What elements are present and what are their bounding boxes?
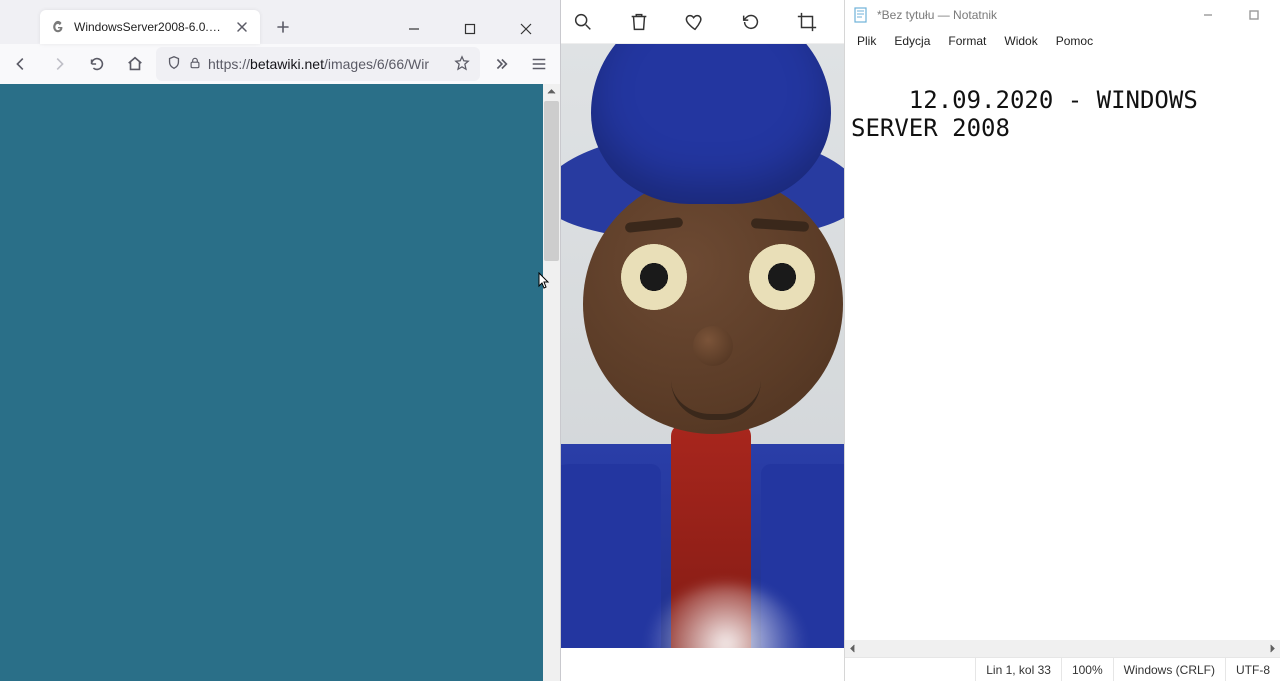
image-viewer — [561, 0, 844, 681]
menu-edit[interactable]: Edycja — [888, 32, 936, 50]
forward-button[interactable] — [42, 47, 76, 81]
scroll-up-button[interactable] — [543, 84, 560, 101]
menu-file[interactable]: Plik — [851, 32, 882, 50]
delete-icon[interactable] — [623, 6, 655, 38]
zoom-icon[interactable] — [567, 6, 599, 38]
lock-icon — [188, 56, 202, 73]
home-button[interactable] — [118, 47, 152, 81]
notepad-app-icon — [853, 7, 869, 23]
notepad-title: *Bez tytułu — Notatnik — [877, 8, 997, 22]
figure-eye-right — [749, 244, 815, 310]
screenshot-desktop — [0, 84, 544, 681]
status-eol: Windows (CRLF) — [1113, 658, 1225, 681]
np-scroll-right-button[interactable] — [1263, 640, 1280, 657]
editor-content: 12.09.2020 - WINDOWS SERVER 2008 — [851, 86, 1212, 142]
image-canvas[interactable] — [561, 44, 844, 648]
figure-shoulder-left — [561, 464, 661, 648]
figure-nose — [693, 326, 733, 366]
close-button[interactable] — [504, 14, 548, 44]
page-image: Start — [0, 84, 544, 681]
notepad-editor[interactable]: 12.09.2020 - WINDOWS SERVER 2008 — [845, 52, 1280, 640]
tab-favicon — [50, 19, 66, 35]
np-minimize-button[interactable] — [1186, 4, 1230, 26]
np-hscroll-track[interactable] — [862, 640, 1263, 657]
mouse-cursor-icon — [538, 272, 550, 290]
menu-help[interactable]: Pomoc — [1050, 32, 1099, 50]
notepad-window: *Bez tytułu — Notatnik Plik Edycja Forma… — [844, 0, 1280, 681]
bookmark-star-icon[interactable] — [454, 55, 470, 74]
url-text: https://betawiki.net/images/6/66/Wir — [208, 56, 448, 72]
np-scroll-left-button[interactable] — [845, 640, 862, 657]
notepad-window-controls — [1186, 0, 1276, 30]
status-cursor-position: Lin 1, kol 33 — [975, 658, 1061, 681]
crop-icon[interactable] — [791, 6, 823, 38]
firefox-content: Start — [0, 84, 560, 681]
firefox-window: WindowsServer2008-6.0.6001d https://beta… — [0, 0, 561, 681]
firefox-tabstrip: WindowsServer2008-6.0.6001d — [4, 0, 392, 44]
firefox-toolbar: https://betawiki.net/images/6/66/Wir — [0, 44, 560, 84]
status-encoding: UTF-8 — [1225, 658, 1280, 681]
content-vertical-scrollbar[interactable] — [543, 84, 560, 681]
notepad-horizontal-scrollbar[interactable] — [845, 640, 1280, 657]
vscroll-track[interactable] — [543, 101, 560, 681]
figure-hat-top — [591, 44, 831, 204]
firefox-titlebar[interactable]: WindowsServer2008-6.0.6001d — [0, 0, 560, 44]
notepad-statusbar: Lin 1, kol 33 100% Windows (CRLF) UTF-8 — [845, 657, 1280, 681]
menu-format[interactable]: Format — [942, 32, 992, 50]
favorite-icon[interactable] — [679, 6, 711, 38]
vscroll-thumb[interactable] — [544, 101, 559, 261]
status-zoom: 100% — [1061, 658, 1113, 681]
overflow-button[interactable] — [484, 47, 518, 81]
image-viewer-toolbar — [561, 0, 844, 44]
tab-close-button[interactable] — [234, 19, 250, 35]
photo-scene — [561, 44, 844, 648]
firefox-window-controls — [392, 14, 556, 44]
new-tab-button[interactable] — [268, 12, 298, 42]
np-maximize-button[interactable] — [1232, 4, 1276, 26]
back-button[interactable] — [4, 47, 38, 81]
notepad-titlebar[interactable]: *Bez tytułu — Notatnik — [845, 0, 1280, 30]
browser-tab[interactable]: WindowsServer2008-6.0.6001d — [40, 10, 260, 44]
shield-icon — [166, 55, 182, 74]
rotate-icon[interactable] — [735, 6, 767, 38]
figure-eye-left — [621, 244, 687, 310]
menu-view[interactable]: Widok — [998, 32, 1043, 50]
reload-button[interactable] — [80, 47, 114, 81]
tab-title: WindowsServer2008-6.0.6001d — [74, 20, 226, 34]
image-viewer-footer — [561, 648, 844, 681]
url-bar[interactable]: https://betawiki.net/images/6/66/Wir — [156, 47, 480, 81]
minimize-button[interactable] — [392, 14, 436, 44]
app-menu-button[interactable] — [522, 47, 556, 81]
maximize-button[interactable] — [448, 14, 492, 44]
notepad-menubar: Plik Edycja Format Widok Pomoc — [845, 30, 1280, 52]
